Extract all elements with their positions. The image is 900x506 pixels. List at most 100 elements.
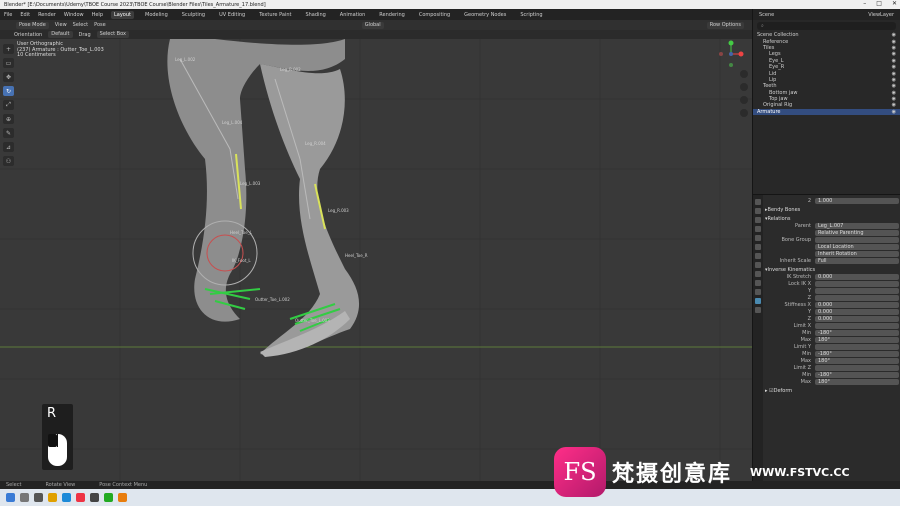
workspace-tab-texture-paint[interactable]: Texture Paint — [256, 11, 294, 19]
annotate-icon[interactable]: ✎ — [3, 128, 14, 138]
gizmo-y-axis[interactable] — [728, 40, 734, 46]
bone-constraint-tab-icon[interactable] — [755, 307, 761, 313]
property-field[interactable]: -180° — [815, 372, 899, 378]
visibility-icon[interactable]: ◉ — [892, 71, 900, 77]
visibility-icon[interactable]: ◉ — [892, 109, 900, 115]
gizmo-x-axis[interactable] — [738, 51, 744, 57]
property-field[interactable]: Leg_L.007 — [815, 223, 899, 229]
view-layer-tab-icon[interactable] — [755, 226, 761, 232]
menu-render[interactable]: Render — [38, 12, 56, 18]
property-field[interactable]: 0.000 — [815, 274, 899, 280]
close-button[interactable]: ✕ — [892, 0, 897, 7]
visibility-icon[interactable]: ◉ — [892, 77, 900, 83]
task-view-icon[interactable] — [34, 493, 43, 502]
measure-icon[interactable]: ⊿ — [3, 142, 14, 152]
scale-icon[interactable]: ⤢ — [3, 100, 14, 110]
options-dropdown[interactable]: Row Options — [706, 21, 744, 29]
workspace-tab-animation[interactable]: Animation — [337, 11, 369, 19]
object-tab-icon[interactable] — [755, 253, 761, 259]
move-icon[interactable]: ✥ — [3, 72, 14, 82]
workspace-tab-sculpting[interactable]: Sculpting — [179, 11, 208, 19]
scene-selector[interactable]: Scene — [759, 12, 774, 18]
menu-edit[interactable]: Edit — [20, 12, 30, 18]
outliner-row[interactable]: Armature ◉ — [753, 108, 900, 116]
workspace-tab-shading[interactable]: Shading — [302, 11, 328, 19]
property-field[interactable] — [815, 281, 899, 287]
property-field[interactable] — [815, 237, 899, 243]
menu-help[interactable]: Help — [92, 12, 103, 18]
app-icon[interactable] — [90, 493, 99, 502]
workspace-tab-geometry-nodes[interactable]: Geometry Nodes — [461, 11, 509, 19]
visibility-icon[interactable]: ◉ — [892, 64, 900, 70]
visibility-icon[interactable]: ◉ — [892, 83, 900, 89]
spotify-icon[interactable] — [104, 493, 113, 502]
camera-icon[interactable] — [740, 96, 748, 104]
ik-section[interactable]: ▾ Inverse Kinematics — [765, 266, 899, 273]
minimize-button[interactable]: – — [863, 0, 866, 7]
rotate-icon[interactable]: ↻ — [3, 86, 14, 96]
property-field[interactable]: 180° — [815, 358, 899, 364]
outliner-search-input[interactable]: ⌕ — [757, 22, 896, 30]
render-tab-icon[interactable] — [755, 208, 761, 214]
visibility-icon[interactable]: ◉ — [892, 102, 900, 108]
property-field[interactable] — [815, 344, 899, 350]
top-value-field[interactable]: 1.000 — [815, 198, 899, 204]
property-field[interactable] — [815, 288, 899, 294]
pose-menu[interactable]: Pose — [94, 22, 106, 28]
property-field[interactable]: 180° — [815, 337, 899, 343]
transform-icon[interactable]: ⊕ — [3, 114, 14, 124]
deform-section[interactable]: ▸ ☑ Deform — [765, 387, 899, 394]
visibility-icon[interactable]: ◉ — [892, 90, 900, 96]
windows-start-icon[interactable] — [6, 493, 15, 502]
property-field[interactable]: 0.000 — [815, 316, 899, 322]
visibility-icon[interactable]: ◉ — [892, 96, 900, 102]
pan-icon[interactable] — [740, 83, 748, 91]
zoom-icon[interactable] — [740, 70, 748, 78]
property-field[interactable]: 0.000 — [815, 309, 899, 315]
visibility-icon[interactable]: ◉ — [892, 39, 900, 45]
modifier-tab-icon[interactable] — [755, 262, 761, 268]
menu-file[interactable]: File — [4, 12, 12, 18]
menu-window[interactable]: Window — [64, 12, 84, 18]
property-field[interactable]: -180° — [815, 330, 899, 336]
workspace-tab-uv-editing[interactable]: UV Editing — [216, 11, 248, 19]
drag-dropdown[interactable]: Select Box — [96, 31, 129, 38]
view-layer-selector[interactable]: ViewLayer — [868, 12, 900, 18]
view-menu[interactable]: View — [55, 22, 67, 28]
physics-tab-icon[interactable] — [755, 271, 761, 277]
property-field[interactable] — [815, 323, 899, 329]
world-tab-icon[interactable] — [755, 244, 761, 250]
grid-icon[interactable] — [740, 109, 748, 117]
maximize-button[interactable]: □ — [876, 0, 882, 7]
property-field[interactable]: Local Location — [815, 244, 899, 250]
select-icon[interactable]: ▭ — [3, 58, 14, 68]
property-field[interactable]: 180° — [815, 379, 899, 385]
orientation-dropdown[interactable]: Default — [48, 31, 73, 38]
visibility-icon[interactable]: ◉ — [892, 51, 900, 57]
chrome-icon[interactable] — [76, 493, 85, 502]
workspace-tab-compositing[interactable]: Compositing — [416, 11, 453, 19]
property-field[interactable]: Full — [815, 258, 899, 264]
navigation-gizmo[interactable] — [717, 40, 745, 68]
property-field[interactable]: -180° — [815, 351, 899, 357]
property-field[interactable] — [815, 295, 899, 301]
data-tab-icon[interactable] — [755, 289, 761, 295]
cursor-icon[interactable]: + — [3, 44, 14, 54]
property-field[interactable]: Relative Parenting — [815, 230, 899, 236]
constraint-tab-icon[interactable] — [755, 280, 761, 286]
visibility-icon[interactable]: ◉ — [892, 45, 900, 51]
blender-icon[interactable] — [118, 493, 127, 502]
bone-tab-icon[interactable] — [755, 298, 761, 304]
search-icon[interactable] — [20, 493, 29, 502]
visibility-icon[interactable]: ◉ — [892, 58, 900, 64]
gizmo-z-axis[interactable] — [729, 52, 733, 56]
transform-orientation-dropdown[interactable]: Global — [361, 21, 384, 29]
property-field[interactable]: Inherit Rotation — [815, 251, 899, 257]
property-field[interactable]: 0.000 — [815, 302, 899, 308]
workspace-tab-rendering[interactable]: Rendering — [376, 11, 408, 19]
file-explorer-icon[interactable] — [48, 493, 57, 502]
workspace-tab-layout[interactable]: Layout — [111, 10, 134, 19]
bendy-bones-section[interactable]: ▸ Bendy Bones — [765, 206, 899, 213]
3d-viewport[interactable]: Leg_L.002 Leg_L.003 Leg_L.004 Leg_R.002 … — [0, 39, 752, 481]
workspace-tab-modeling[interactable]: Modeling — [142, 11, 171, 19]
